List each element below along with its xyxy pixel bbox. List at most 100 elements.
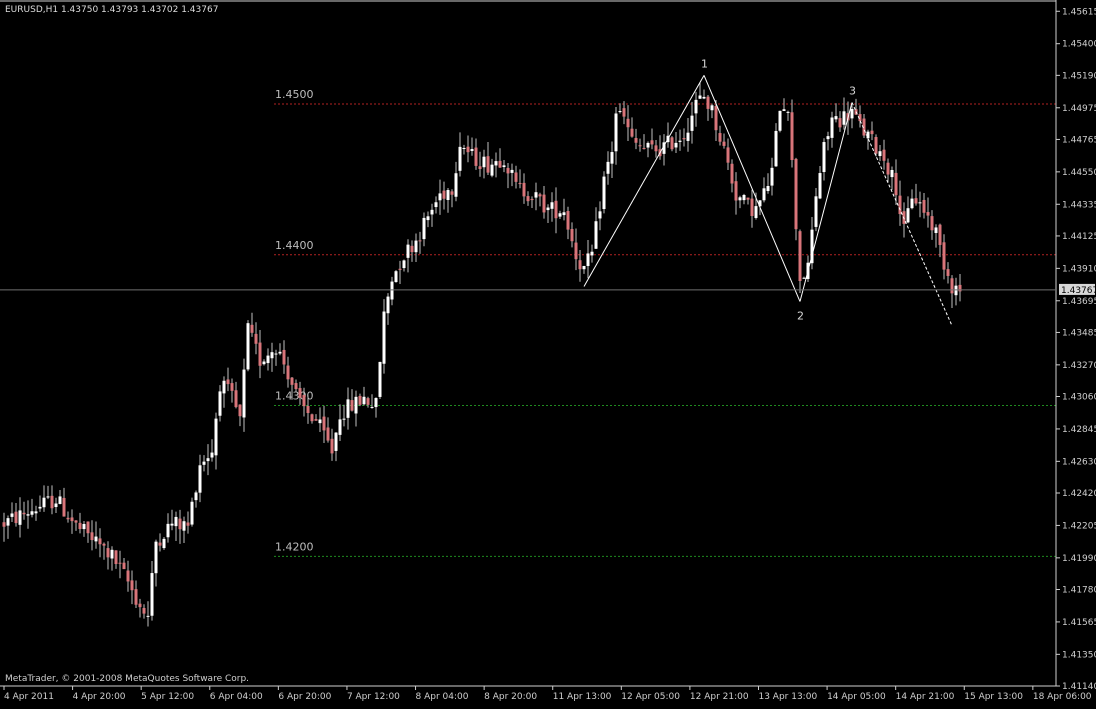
price-chart[interactable]: 1.4500 1.4400 1.4300 1.4200 123 1.45615 1.45… bbox=[0, 0, 1096, 704]
candle-bull bbox=[606, 161, 610, 174]
x-tick-label: 14 Apr 05:00 bbox=[827, 692, 886, 702]
candle-bear bbox=[122, 562, 126, 570]
y-tick-label: 1.41565 bbox=[1062, 618, 1096, 628]
chart-canvas[interactable]: 1.45001.44001.43001.4200 123 1.456151.45… bbox=[0, 0, 1096, 704]
candle-bear bbox=[22, 512, 26, 515]
y-tick-label: 1.42420 bbox=[1062, 489, 1096, 499]
candle-bull bbox=[354, 396, 358, 414]
candle-bull bbox=[618, 111, 622, 113]
candle-bear bbox=[670, 137, 674, 150]
candle-bear bbox=[86, 521, 90, 534]
candle-bull bbox=[598, 211, 602, 219]
candle-bull bbox=[30, 511, 34, 515]
candle-bull bbox=[218, 391, 222, 416]
candle-bear bbox=[526, 196, 530, 202]
candle-bull bbox=[918, 202, 922, 204]
copyright-text: MetaTrader, © 2001-2008 MetaQuotes Softw… bbox=[5, 674, 249, 684]
candle-bull bbox=[762, 188, 766, 201]
candle-bear bbox=[518, 183, 522, 185]
y-tick-label: 1.41140 bbox=[1062, 682, 1096, 692]
x-tick-label: 14 Apr 21:00 bbox=[896, 692, 955, 702]
candle-bull bbox=[402, 260, 406, 269]
candle-bull bbox=[814, 196, 818, 227]
candle-bull bbox=[198, 465, 202, 493]
candle-bull bbox=[550, 202, 554, 209]
candle-bear bbox=[466, 146, 470, 153]
chart-background bbox=[0, 0, 1096, 704]
candle-bear bbox=[746, 197, 750, 200]
candle-bull bbox=[822, 142, 826, 173]
x-tick-label: 4 Apr 20:00 bbox=[73, 692, 126, 702]
candle-bear bbox=[358, 395, 362, 405]
candle-bear bbox=[634, 137, 638, 143]
candle-bull bbox=[594, 221, 598, 249]
candle-bull bbox=[454, 173, 458, 197]
candle-bull bbox=[202, 461, 206, 465]
y-tick-label: 1.43060 bbox=[1062, 393, 1096, 403]
level-label: 1.4200 bbox=[275, 540, 314, 553]
candle-bull bbox=[842, 111, 846, 125]
candle-bull bbox=[834, 116, 838, 120]
candle-bear bbox=[566, 211, 570, 230]
candle-bear bbox=[950, 278, 954, 294]
candle-bull bbox=[382, 311, 386, 364]
x-tick-label: 8 Apr 20:00 bbox=[484, 692, 537, 702]
candle-bear bbox=[542, 194, 546, 213]
candle-bear bbox=[298, 388, 302, 398]
candle-bear bbox=[250, 324, 254, 333]
candle-bear bbox=[642, 148, 646, 150]
candle-bear bbox=[114, 550, 118, 565]
candle-bull bbox=[954, 285, 958, 296]
candle-bull bbox=[274, 353, 278, 355]
candle-bull bbox=[422, 217, 426, 240]
y-tick-label: 1.44765 bbox=[1062, 135, 1096, 145]
candle-bear bbox=[622, 108, 626, 117]
wave-point-label: 2 bbox=[797, 310, 804, 323]
candle-bear bbox=[882, 149, 886, 161]
candle-bear bbox=[14, 511, 18, 524]
candle-bull bbox=[338, 419, 342, 435]
candle-bear bbox=[730, 163, 734, 184]
candle-bear bbox=[98, 538, 102, 545]
candle-bull bbox=[850, 108, 854, 119]
candle-bull bbox=[34, 511, 38, 514]
level-label: 1.4500 bbox=[275, 88, 314, 101]
candle-bull bbox=[206, 458, 210, 462]
candle-bull bbox=[778, 110, 782, 131]
candle-bear bbox=[718, 133, 722, 142]
candle-bull bbox=[346, 399, 350, 418]
candle-bear bbox=[186, 522, 190, 526]
candle-bull bbox=[738, 197, 742, 201]
candle-bear bbox=[706, 96, 710, 109]
candle-bull bbox=[222, 380, 226, 394]
candle-bull bbox=[162, 538, 166, 549]
candle-bull bbox=[94, 536, 98, 542]
level-label: 1.4400 bbox=[275, 239, 314, 252]
x-tick-label: 13 Apr 13:00 bbox=[758, 692, 817, 702]
candle-bear bbox=[238, 404, 242, 417]
y-tick-label: 1.43910 bbox=[1062, 264, 1096, 274]
candle-bear bbox=[654, 145, 658, 152]
candle-bear bbox=[630, 128, 634, 137]
candle-bull bbox=[362, 396, 366, 405]
x-tick-label: 6 Apr 04:00 bbox=[210, 692, 263, 702]
candle-bull bbox=[150, 573, 154, 616]
y-tick-label: 1.45400 bbox=[1062, 40, 1096, 50]
candle-bear bbox=[50, 495, 54, 509]
candle-bull bbox=[154, 541, 158, 574]
candle-bear bbox=[350, 400, 354, 411]
x-tick-label: 8 Apr 04:00 bbox=[416, 692, 469, 702]
candle-bear bbox=[138, 603, 142, 608]
candle-bull bbox=[426, 216, 430, 221]
candle-bear bbox=[450, 191, 454, 195]
y-tick-label: 1.42205 bbox=[1062, 521, 1096, 531]
y-tick-label: 1.44550 bbox=[1062, 168, 1096, 178]
candle-bear bbox=[506, 167, 510, 174]
candle-bear bbox=[2, 522, 6, 527]
symbol-header: EURUSD,H1 1.43750 1.43793 1.43702 1.4376… bbox=[5, 5, 218, 15]
candle-bear bbox=[922, 199, 926, 213]
candle-bull bbox=[830, 117, 834, 138]
candle-bull bbox=[38, 506, 42, 509]
candle-bear bbox=[126, 570, 130, 582]
x-tick-label: 5 Apr 12:00 bbox=[141, 692, 194, 702]
